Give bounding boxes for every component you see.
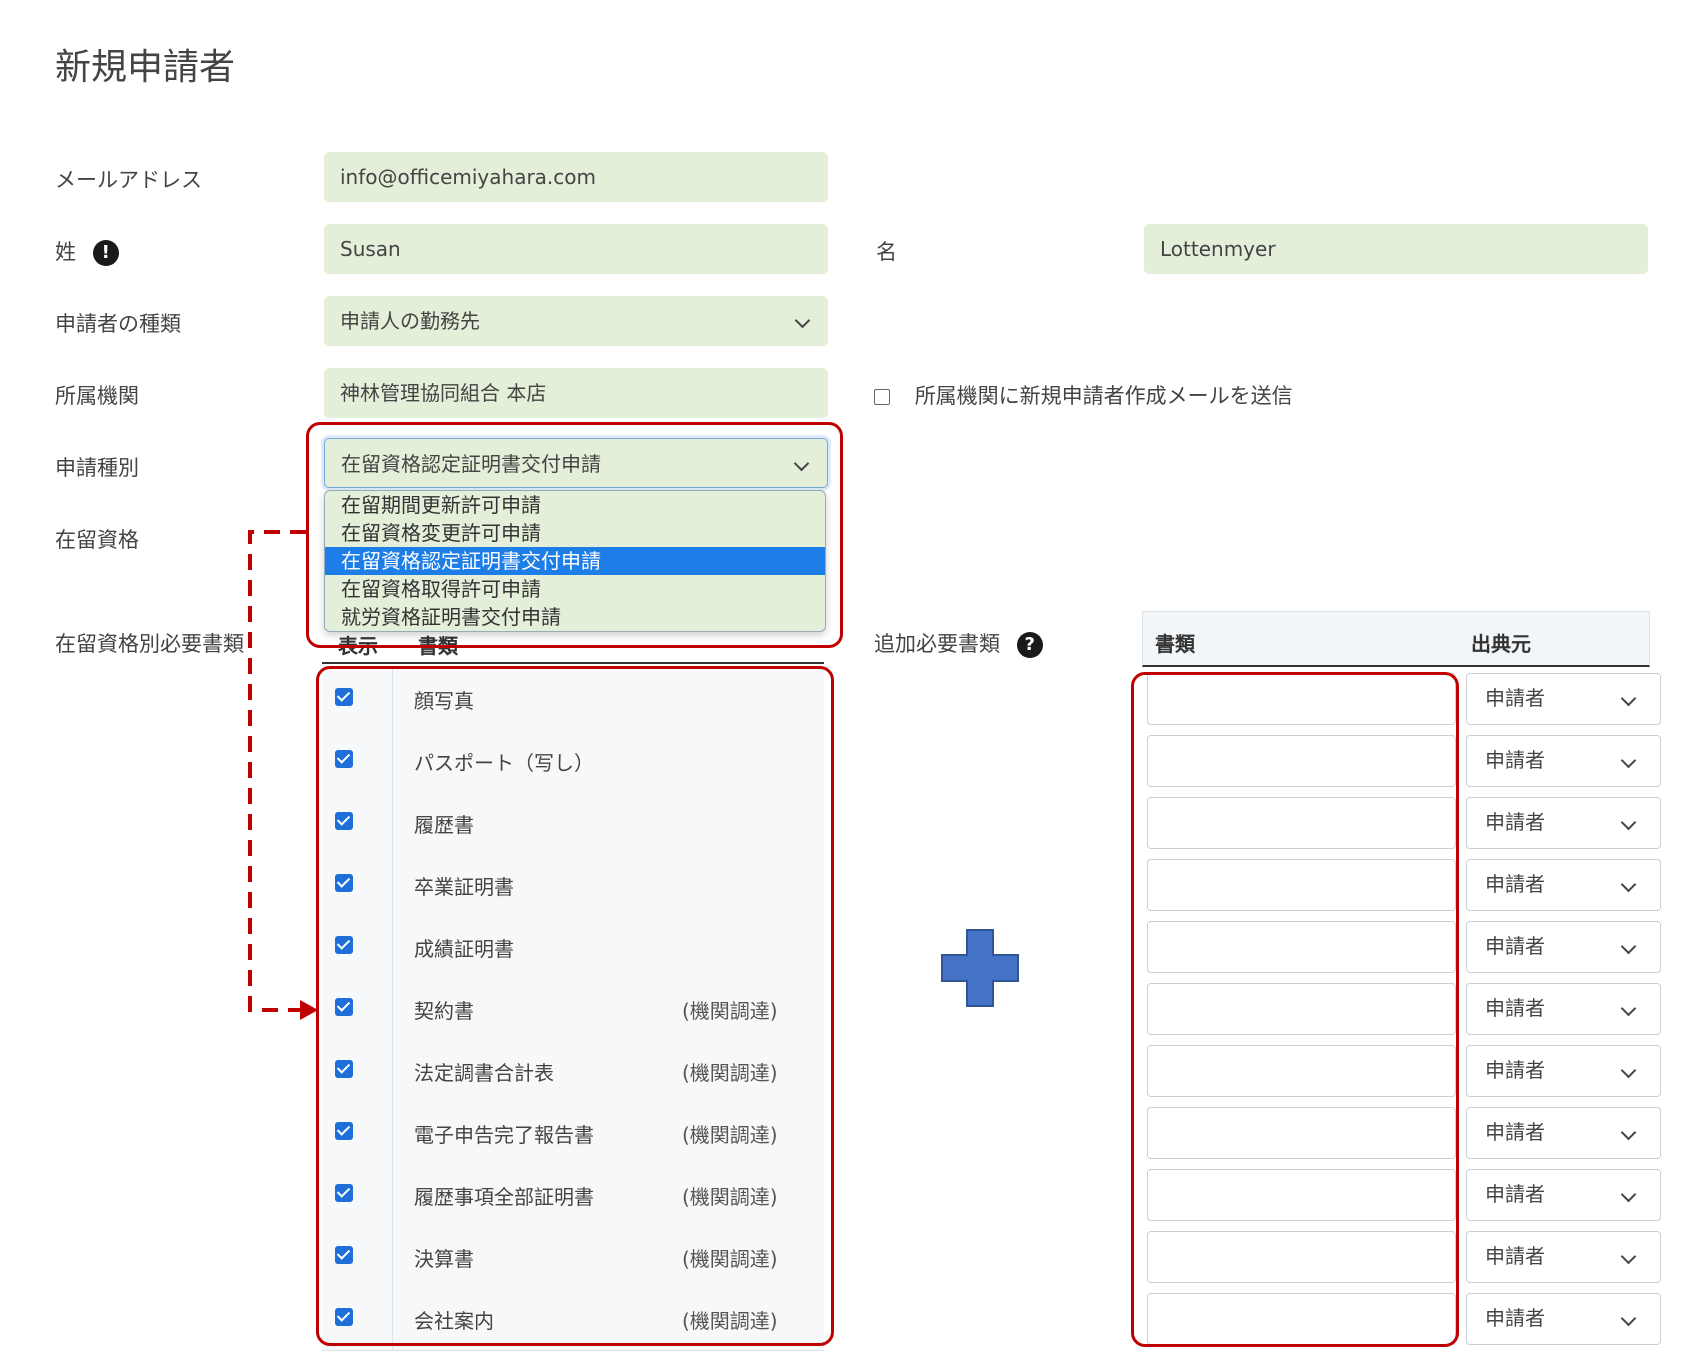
source-value: 申請者	[1485, 934, 1545, 958]
applicant-type-select[interactable]: 申請人の勤務先	[324, 296, 828, 346]
source-value: 申請者	[1485, 1244, 1545, 1268]
source-value: 申請者	[1485, 996, 1545, 1020]
source-select[interactable]: 申請者	[1466, 735, 1661, 787]
additional-docs-highlight-box	[1131, 672, 1459, 1347]
source-select[interactable]: 申請者	[1466, 1107, 1661, 1159]
source-value: 申請者	[1485, 748, 1545, 772]
additional-docs-header: 書類 出典元	[1142, 611, 1650, 667]
additional-docs-label-group: 追加必要書類 ?	[874, 628, 1043, 658]
plus-icon	[941, 929, 1019, 1007]
source-select[interactable]: 申請者	[1466, 921, 1661, 973]
dashed-arrow-icon	[248, 530, 318, 1020]
alert-icon: !	[92, 240, 119, 266]
source-select[interactable]: 申請者	[1466, 673, 1661, 725]
table-header-rule	[322, 662, 824, 664]
source-select[interactable]: 申請者	[1466, 859, 1661, 911]
application-type-label: 申請種別	[55, 456, 139, 480]
source-select[interactable]: 申請者	[1466, 1293, 1661, 1345]
source-value: 申請者	[1485, 872, 1545, 896]
applicant-type-label: 申請者の種類	[55, 312, 181, 336]
email-label: メールアドレス	[55, 168, 202, 192]
additional-docs-label: 追加必要書類	[874, 632, 1000, 656]
page-title: 新規申請者	[55, 47, 236, 88]
affiliation-field[interactable]: 神林管理協同組合 本店	[324, 368, 828, 418]
email-field[interactable]: info@officemiyahara.com	[324, 152, 828, 202]
first-name-label: 名	[876, 240, 897, 264]
required-docs-highlight-box	[316, 666, 834, 1346]
col-additional-doc-header: 書類	[1155, 632, 1195, 656]
send-mail-option: 所属機関に新規申請者作成メールを送信	[874, 380, 1293, 410]
applicant-type-value: 申請人の勤務先	[340, 309, 480, 333]
source-select[interactable]: 申請者	[1466, 1231, 1661, 1283]
source-value: 申請者	[1485, 1182, 1545, 1206]
dropdown-highlight-box	[306, 422, 843, 648]
required-docs-label: 在留資格別必要書類	[55, 632, 244, 656]
affiliation-label: 所属機関	[55, 384, 139, 408]
last-name-label: 姓 !	[55, 236, 119, 266]
source-value: 申請者	[1485, 686, 1545, 710]
source-value: 申請者	[1485, 1058, 1545, 1082]
last-name-field[interactable]: Susan	[324, 224, 828, 274]
send-mail-label: 所属機関に新規申請者作成メールを送信	[914, 384, 1293, 408]
source-value: 申請者	[1485, 1306, 1545, 1330]
source-select[interactable]: 申請者	[1466, 797, 1661, 849]
status-of-residence-label: 在留資格	[55, 528, 139, 552]
first-name-field[interactable]: Lottenmyer	[1144, 224, 1648, 274]
help-icon[interactable]: ?	[1016, 632, 1043, 658]
source-select[interactable]: 申請者	[1466, 983, 1661, 1035]
source-select[interactable]: 申請者	[1466, 1169, 1661, 1221]
last-name-label-text: 姓	[55, 240, 76, 264]
col-source-header: 出典元	[1471, 632, 1531, 656]
send-mail-checkbox[interactable]	[874, 389, 890, 405]
source-value: 申請者	[1485, 1120, 1545, 1144]
source-select[interactable]: 申請者	[1466, 1045, 1661, 1097]
source-value: 申請者	[1485, 810, 1545, 834]
